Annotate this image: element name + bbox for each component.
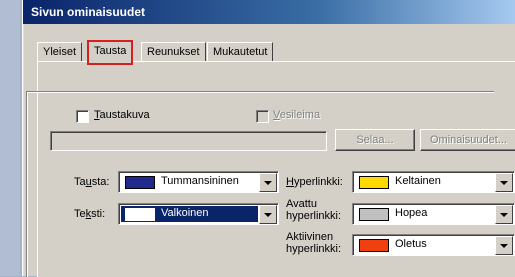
text-color-value: Valkoinen: [161, 207, 209, 219]
desktop-background: [0, 0, 20, 276]
title-bar[interactable]: Sivun ominaisuudet: [23, 0, 515, 24]
tab-background[interactable]: Tausta: [87, 40, 134, 65]
visited-hyperlink-color-swatch: [359, 208, 389, 221]
watermark-checkbox[interactable]: [256, 110, 269, 123]
chevron-down-icon[interactable]: [495, 236, 513, 255]
browse-button[interactable]: Selaa...: [335, 129, 415, 151]
background-image-path-field[interactable]: [50, 131, 327, 151]
tab-general[interactable]: Yleiset: [37, 42, 83, 61]
window-title: Sivun ominaisuudet: [31, 5, 146, 19]
active-hyperlink-color-dropdown[interactable]: Oletus: [352, 234, 515, 256]
visited-hyperlink-label: Avattu hyperlinkki:: [286, 198, 342, 222]
background-image-label: Taustakuva: [94, 109, 150, 121]
hyperlink-color-dropdown[interactable]: Keltainen: [352, 171, 515, 193]
background-color-swatch: [125, 176, 155, 189]
text-color-swatch: [125, 208, 155, 221]
active-hyperlink-label: Aktiivinen hyperlinkki:: [286, 231, 342, 255]
text-color-label: Teksti:: [74, 208, 106, 220]
chevron-down-icon[interactable]: [495, 173, 513, 192]
active-hyperlink-color-value: Oletus: [395, 238, 427, 250]
background-color-value: Tummansininen: [161, 175, 239, 187]
chevron-down-icon[interactable]: [259, 173, 277, 192]
visited-hyperlink-color-dropdown[interactable]: Hopea: [352, 203, 515, 225]
tab-custom[interactable]: Mukautetut: [207, 42, 274, 61]
hyperlink-color-swatch: [359, 176, 389, 189]
tab-margins[interactable]: Reunukset: [141, 42, 206, 61]
hyperlink-color-value: Keltainen: [395, 175, 441, 187]
properties-button[interactable]: Ominaisuudet...: [420, 129, 515, 151]
text-color-dropdown[interactable]: Valkoinen: [118, 203, 279, 225]
background-image-checkbox[interactable]: [76, 110, 89, 123]
background-color-label: Tausta:: [74, 176, 110, 188]
background-color-dropdown[interactable]: Tummansininen: [118, 171, 279, 193]
chevron-down-icon[interactable]: [259, 205, 277, 224]
visited-hyperlink-color-value: Hopea: [395, 207, 428, 219]
hyperlink-color-label: Hyperlinkki:: [286, 176, 343, 188]
chevron-down-icon[interactable]: [495, 205, 513, 224]
watermark-label: Vesileima: [273, 109, 321, 121]
active-hyperlink-color-swatch: [359, 239, 389, 252]
